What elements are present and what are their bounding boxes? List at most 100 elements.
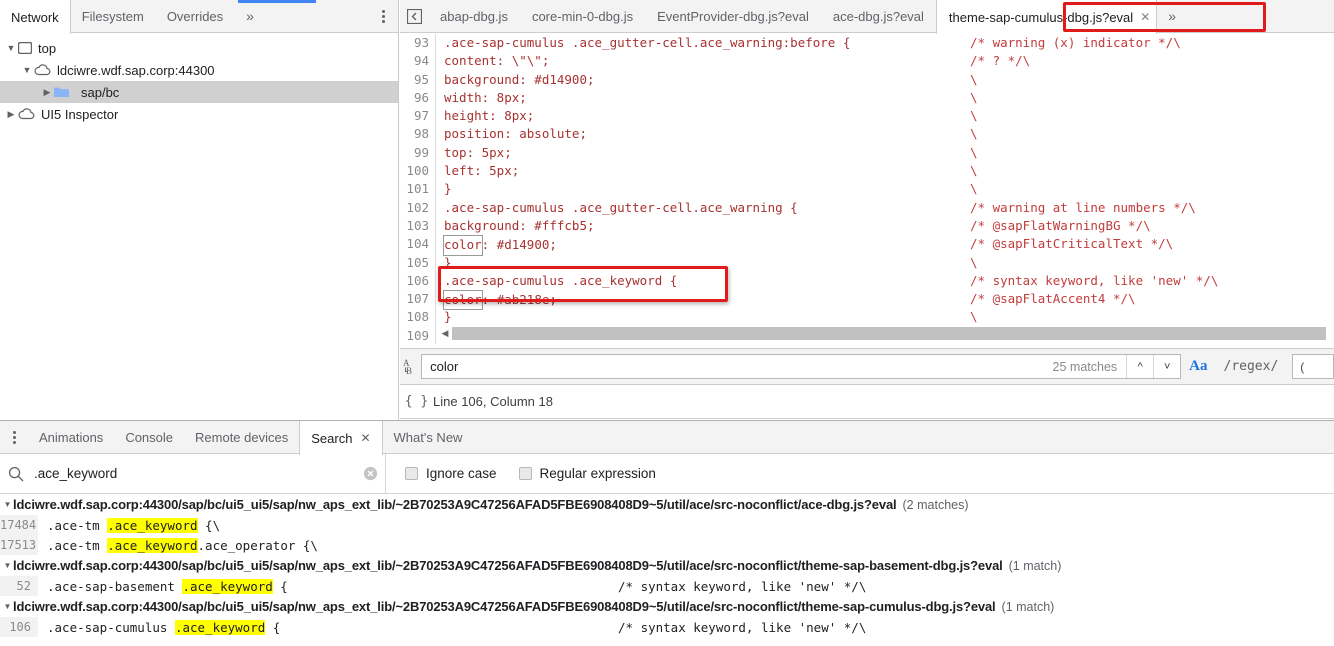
close-icon[interactable]: ✕ <box>360 431 370 445</box>
search-match-highlight: .ace_keyword <box>182 578 273 594</box>
tab-overrides[interactable]: Overrides <box>156 0 235 32</box>
expand-triangle-right-icon[interactable]: ▶ <box>40 87 54 97</box>
scrollbar-thumb[interactable] <box>452 327 1326 340</box>
search-result-group-header[interactable]: ▼ ldciwre.wdf.sap.corp:44300/sap/bc/ui5_… <box>0 494 1334 515</box>
find-regex-button[interactable]: /regex/ <box>1216 359 1287 374</box>
find-next-button[interactable]: ˅ <box>1153 355 1180 378</box>
editor-panel: abap-dbg.js core-min-0-dbg.js EventProvi… <box>400 0 1334 420</box>
tab-network-label: Network <box>11 9 59 25</box>
line-code: .ace-sap-cumulus .ace_gutter-cell.ace_wa… <box>444 35 851 50</box>
expand-triangle-down-icon[interactable]: ▼ <box>2 500 13 509</box>
line-number: 98 <box>400 125 436 144</box>
search-result-count: (1 match) <box>1001 599 1055 614</box>
search-result-group-header[interactable]: ▼ ldciwre.wdf.sap.corp:44300/sap/bc/ui5_… <box>0 555 1334 576</box>
search-input[interactable] <box>32 465 355 482</box>
drawer-kebab-menu-icon[interactable] <box>0 421 28 453</box>
ignore-case-checkbox[interactable]: Ignore case <box>405 466 497 481</box>
line-comment: /* @sapFlatAccent4 */\ <box>970 291 1136 307</box>
code-after: {\ <box>197 517 221 533</box>
editor-tab-label: core-min-0-dbg.js <box>531 8 634 24</box>
close-icon[interactable]: ✕ <box>1140 10 1150 24</box>
editor-tabs-overflow-button[interactable]: » <box>1157 0 1186 32</box>
navigator-tabbar: Network Filesystem Overrides » <box>0 0 398 34</box>
line-comment: \ <box>970 181 978 197</box>
line-number: 108 <box>400 308 436 327</box>
line-number: 104 <box>400 235 436 254</box>
line-number: 101 <box>400 180 436 199</box>
search-result-row[interactable]: 106 .ace-sap-cumulus .ace_keyword {/* sy… <box>0 617 1334 637</box>
search-results-list[interactable]: ▼ ldciwre.wdf.sap.corp:44300/sap/bc/ui5_… <box>0 494 1334 644</box>
find-match-case-button[interactable]: Aa <box>1181 358 1215 375</box>
expand-triangle-down-icon[interactable]: ▼ <box>20 65 34 75</box>
navigator-kebab-menu-icon[interactable] <box>368 0 398 32</box>
search-result-url: ldciwre.wdf.sap.corp:44300/sap/bc/ui5_ui… <box>13 558 1003 573</box>
navigator-more-tabs-button[interactable]: » <box>235 0 265 32</box>
line-number: 94 <box>400 52 436 71</box>
tab-filesystem-label: Filesystem <box>81 8 144 24</box>
line-code: color: #d14900; <box>443 235 557 256</box>
tab-filesystem[interactable]: Filesystem <box>71 0 156 32</box>
code-after: { <box>265 619 281 635</box>
find-previous-button[interactable]: ^ <box>1126 355 1153 378</box>
editor-tab-eventprovider-dbg[interactable]: EventProvider-dbg.js?eval <box>645 0 821 32</box>
tree-item-top-label: top <box>38 40 57 56</box>
scroll-left-arrow-icon[interactable]: ◀ <box>438 328 452 339</box>
expand-triangle-down-icon[interactable]: ▼ <box>2 561 13 570</box>
line-code: background: #fffcb5; <box>444 217 595 233</box>
clear-circle-icon[interactable] <box>355 466 385 481</box>
line-number: 102 <box>400 198 436 217</box>
drawer-tab-whats-new[interactable]: What's New <box>383 421 474 453</box>
search-result-group-header[interactable]: ▼ ldciwre.wdf.sap.corp:44300/sap/bc/ui5_… <box>0 596 1334 617</box>
editor-tab-label: abap-dbg.js <box>440 8 508 24</box>
pretty-print-icon[interactable]: { } <box>400 394 433 409</box>
search-match-token: color <box>443 235 483 256</box>
find-input-wrapper[interactable]: 25 matches ^ ˅ <box>421 354 1182 379</box>
editor-tab-abap-dbg[interactable]: abap-dbg.js <box>428 0 520 32</box>
drawer-tab-animations[interactable]: Animations <box>28 421 114 453</box>
drawer-tab-search[interactable]: Search ✕ <box>299 421 383 455</box>
checkbox-icon[interactable] <box>405 467 418 480</box>
search-match-highlight: .ace_keyword <box>107 517 198 533</box>
show-navigator-icon[interactable] <box>400 0 428 32</box>
expand-triangle-down-icon[interactable]: ▼ <box>2 602 13 611</box>
find-input[interactable] <box>422 355 1053 378</box>
regular-expression-checkbox[interactable]: Regular expression <box>518 466 656 481</box>
code-viewer[interactable]: 93 .ace-sap-cumulus .ace_gutter-cell.ace_… <box>400 34 1334 344</box>
search-result-count: (2 matches) <box>902 497 969 512</box>
search-result-row[interactable]: 17513 .ace-tm .ace_keyword.ace_operator … <box>0 535 1334 555</box>
editor-tab-theme-sap-cumulus-dbg[interactable]: theme-sap-cumulus-dbg.js?eval ✕ <box>935 0 1158 34</box>
expand-triangle-right-icon[interactable]: ▶ <box>4 109 18 119</box>
code-line: 100 left: 5px; \ <box>400 162 1334 181</box>
drawer-tab-remote-devices[interactable]: Remote devices <box>184 421 299 453</box>
search-result-url: ldciwre.wdf.sap.corp:44300/sap/bc/ui5_ui… <box>13 497 897 512</box>
editor-horizontal-scrollbar[interactable]: ◀ <box>438 326 1326 341</box>
tab-network[interactable]: Network <box>0 0 71 34</box>
editor-tab-core-min-0-dbg[interactable]: core-min-0-dbg.js <box>520 0 645 32</box>
tree-item-host[interactable]: ▼ ldciwre.wdf.sap.corp:44300 <box>0 59 398 81</box>
search-result-row[interactable]: 17484 .ace-tm .ace_keyword {\ <box>0 515 1334 535</box>
chevron-double-right-icon: » <box>1168 8 1176 24</box>
line-code: } <box>444 254 452 270</box>
code-line: 93 .ace-sap-cumulus .ace_gutter-cell.ace_… <box>400 34 1334 53</box>
line-number: 106 <box>400 271 436 291</box>
tree-item-ui5-inspector[interactable]: ▶ UI5 Inspector <box>0 103 398 125</box>
drawer-tab-label: Animations <box>39 429 104 445</box>
code-line: 96 width: 8px; \ <box>400 88 1334 108</box>
line-number: 109 <box>400 326 436 344</box>
tree-item-top[interactable]: ▼ top <box>0 37 398 59</box>
editor-tab-ace-dbg[interactable]: ace-dbg.js?eval <box>821 0 936 32</box>
ignore-case-label: Ignore case <box>426 466 497 481</box>
drawer-tab-console[interactable]: Console <box>114 421 184 453</box>
search-query-field[interactable] <box>0 454 386 493</box>
line-number: 93 <box>400 34 436 53</box>
checkbox-icon[interactable] <box>518 467 532 480</box>
line-comment: \ <box>970 126 978 142</box>
chevron-double-right-icon: » <box>246 8 254 24</box>
tree-item-sapbc[interactable]: ▶ sap/bc <box>0 81 398 103</box>
case-preserve-icon[interactable]: A B <box>400 358 421 376</box>
line-comment: \ <box>970 71 978 87</box>
find-replace-input[interactable]: ( <box>1292 354 1334 379</box>
search-result-row[interactable]: 52 .ace-sap-basement .ace_keyword {/* sy… <box>0 576 1334 596</box>
expand-triangle-down-icon[interactable]: ▼ <box>4 43 18 53</box>
code-after: { <box>272 578 288 594</box>
